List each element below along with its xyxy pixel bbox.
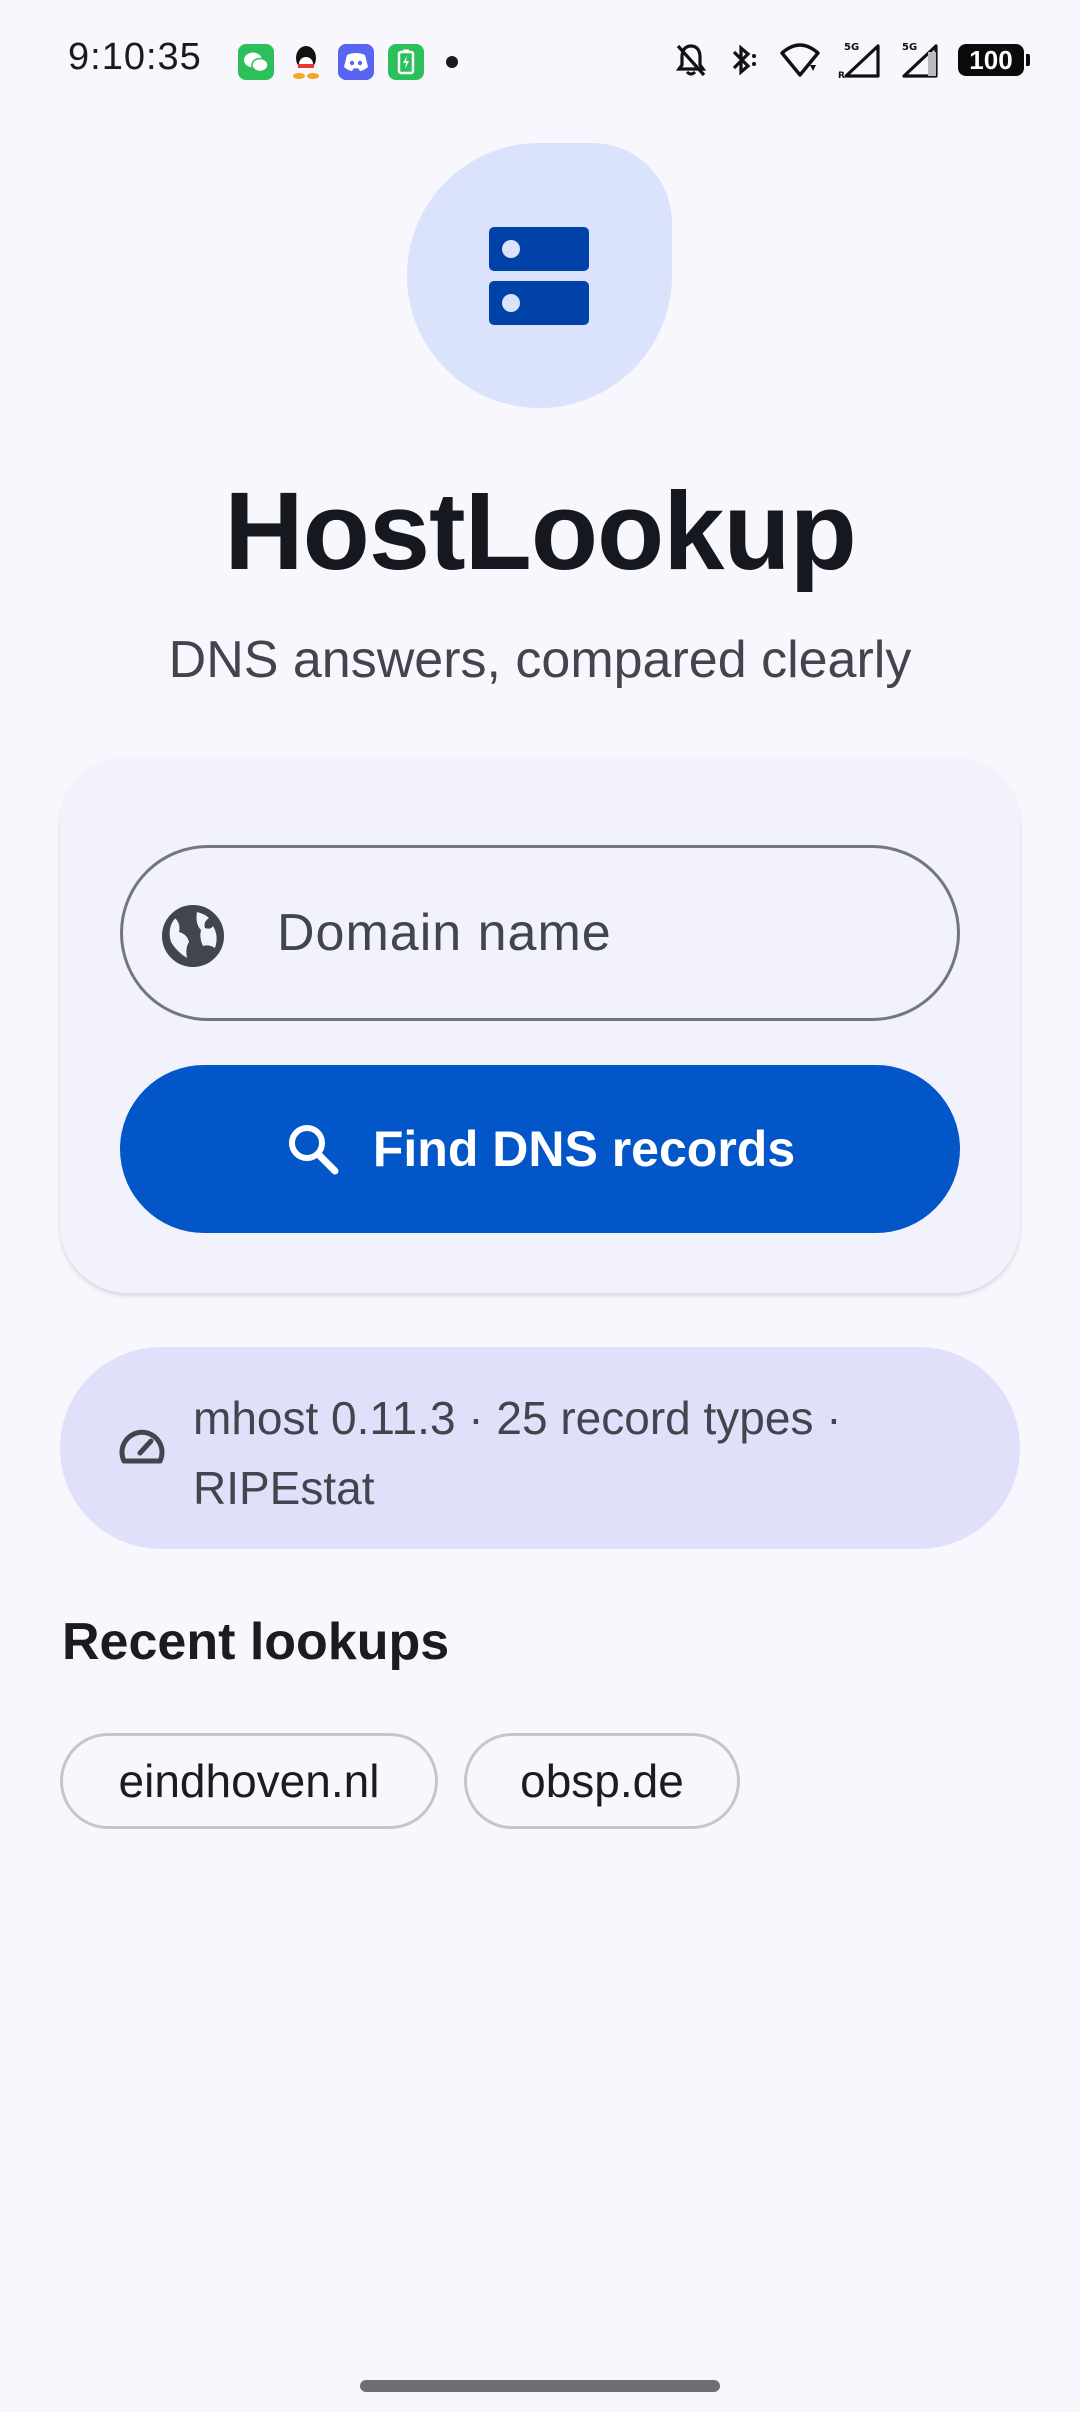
globe-icon — [162, 905, 224, 967]
status-bar: 9:10:35 5G R 5G 100 — [0, 0, 1080, 120]
search-card: Find DNS records — [60, 757, 1020, 1293]
speedometer-icon — [119, 1429, 165, 1464]
wifi-icon — [780, 43, 820, 77]
app-logo — [407, 143, 672, 408]
info-banner: mhost 0.11.3 · 25 record types · RIPEsta… — [60, 1347, 1020, 1549]
mute-bell-icon — [675, 44, 707, 77]
recent-chip-eindhoven[interactable]: eindhoven.nl — [60, 1733, 438, 1829]
find-button-label: Find DNS records — [372, 1121, 796, 1177]
cell-signal-5g-icon: 5G — [902, 42, 938, 78]
find-dns-records-button[interactable]: Find DNS records — [120, 1065, 960, 1233]
domain-field[interactable] — [120, 845, 960, 1021]
discord-icon — [338, 44, 374, 80]
recent-lookups-list: eindhoven.nl obsp.de — [60, 1733, 740, 1829]
domain-input[interactable] — [277, 888, 917, 978]
notification-icons — [238, 44, 458, 80]
bluetooth-icon — [732, 44, 756, 76]
network-label-2: 5G — [902, 42, 917, 53]
cell-signal-5g-r-icon: 5G R — [838, 42, 880, 80]
wechat-icon — [238, 44, 274, 80]
app-title: HostLookup — [224, 470, 857, 593]
recent-chip-obsp[interactable]: obsp.de — [464, 1733, 740, 1829]
home-indicator[interactable] — [360, 2380, 720, 2392]
status-time: 9:10:35 — [68, 36, 202, 78]
screen: 9:10:35 5G R 5G 100 HostLookup DNS answe… — [0, 0, 1080, 2412]
system-icons: 5G R 5G 100 — [674, 40, 1030, 80]
app-subtitle: DNS answers, compared clearly — [168, 631, 912, 689]
info-text: mhost 0.11.3 · 25 record types · RIPEsta… — [193, 1392, 842, 1514]
network-label-1: 5G — [844, 42, 859, 53]
svg-text:R: R — [838, 71, 845, 80]
more-notifications-dot — [446, 56, 458, 68]
battery-indicator: 100 — [958, 44, 1030, 76]
battery-saver-icon — [388, 44, 424, 80]
recent-lookups-title: Recent lookups — [62, 1613, 450, 1671]
qq-icon — [288, 44, 324, 80]
dns-server-icon — [489, 227, 589, 325]
search-icon — [288, 1125, 339, 1175]
